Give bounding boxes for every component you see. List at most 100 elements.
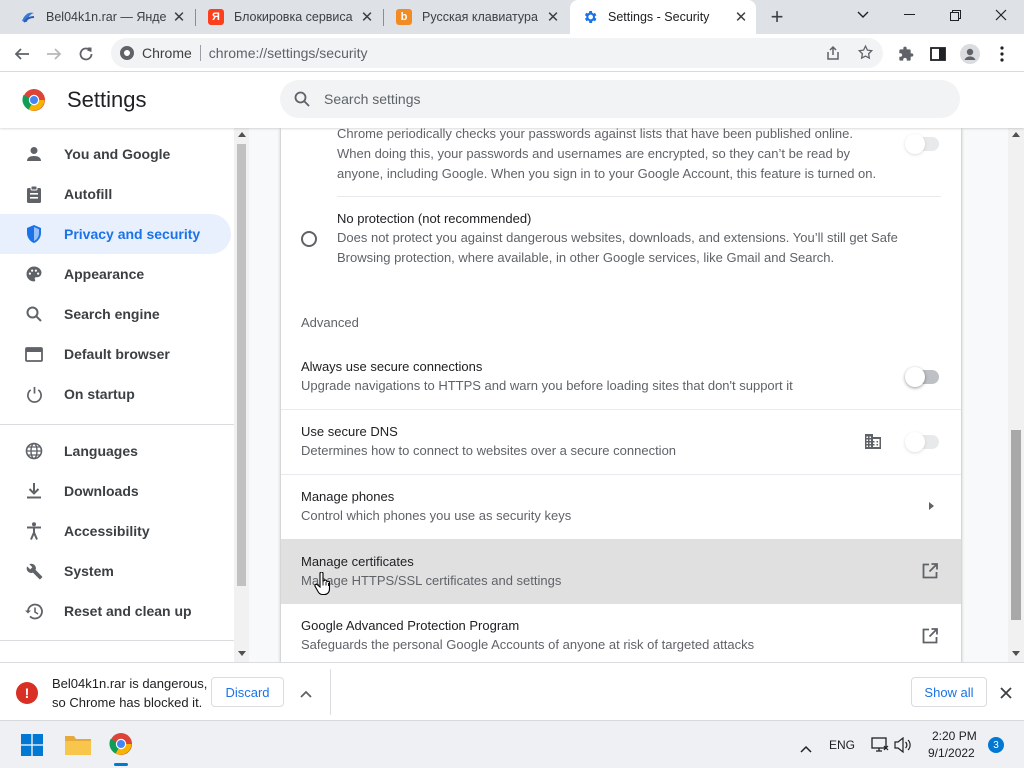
bookmark-star-icon[interactable] [857, 44, 874, 64]
radio-button-unchecked[interactable] [301, 231, 317, 247]
toggle-knob [905, 432, 925, 452]
share-icon[interactable] [825, 45, 841, 64]
sidebar-item-autofill[interactable]: Autofill [0, 174, 231, 214]
sidebar-item-system[interactable]: System [0, 551, 231, 591]
password-check-toggle[interactable] [905, 134, 939, 154]
manage-certificates-row[interactable]: Manage certificates Manage HTTPS/SSL cer… [281, 539, 961, 604]
advanced-heading: Advanced [301, 315, 359, 330]
close-tab-icon[interactable]: ✕ [544, 8, 562, 26]
arrow-right-icon[interactable] [929, 502, 934, 510]
palette-icon [24, 264, 44, 284]
sidebar-item-search-engine[interactable]: Search engine [0, 294, 231, 334]
row-title: Manage phones [301, 489, 395, 504]
chrome-taskbar-icon[interactable] [109, 732, 133, 761]
scroll-down-arrow-icon[interactable] [238, 651, 246, 656]
settings-header: Settings Search settings [0, 72, 1024, 128]
sidebar-item-languages[interactable]: Languages [0, 431, 231, 471]
row-title: Always use secure connections [301, 359, 483, 374]
clock-date[interactable]: 9/1/2022 [928, 746, 975, 760]
security-settings-card: Chrome periodically checks your password… [281, 128, 961, 662]
external-link-icon[interactable] [922, 563, 938, 584]
sidebar-item-accessibility[interactable]: Accessibility [0, 511, 231, 551]
tab-yandex-download[interactable]: Bel04k1n.rar — Яндекс ✕ [8, 0, 194, 34]
search-placeholder: Search settings [324, 91, 421, 107]
extensions-puzzle-icon[interactable] [892, 40, 920, 68]
active-app-indicator [114, 763, 128, 766]
no-protection-option[interactable]: No protection (not recommended) Does not… [281, 198, 961, 278]
tab-russian-keyboard[interactable]: b Русская клавиатура ✕ [384, 0, 568, 34]
minimize-button[interactable] [886, 0, 932, 30]
tab-settings-security[interactable]: Settings - Security ✕ [570, 0, 756, 34]
show-all-button[interactable]: Show all [911, 677, 987, 707]
reload-icon[interactable] [72, 40, 100, 68]
settings-search-field[interactable]: Search settings [280, 80, 960, 118]
menu-kebab-icon[interactable] [988, 40, 1016, 68]
sidebar-item-appearance[interactable]: Appearance [0, 254, 231, 294]
sidebar-item-default-browser[interactable]: Default browser [0, 334, 231, 374]
scrollbar-thumb[interactable] [237, 144, 246, 586]
file-explorer-icon[interactable] [65, 733, 91, 760]
chevron-up-tray-icon[interactable] [800, 740, 812, 758]
scroll-down-arrow-icon[interactable] [1012, 651, 1020, 656]
back-arrow-icon[interactable] [8, 40, 36, 68]
close-shelf-icon[interactable] [1000, 686, 1012, 704]
windows-taskbar: ENG 2:20 PM 9/1/2022 3 [0, 720, 1024, 768]
close-tab-icon[interactable]: ✕ [170, 8, 188, 26]
scroll-up-arrow-icon[interactable] [238, 132, 246, 137]
sidebar-item-label: Default browser [64, 346, 170, 362]
notification-count-badge[interactable]: 3 [988, 737, 1004, 753]
secure-connections-toggle[interactable] [905, 367, 939, 387]
close-tab-icon[interactable]: ✕ [358, 8, 376, 26]
row-title: Use secure DNS [301, 424, 398, 439]
network-monitor-icon[interactable] [871, 737, 889, 758]
clock-time[interactable]: 2:20 PM [932, 729, 977, 743]
sidebar-item-on-startup[interactable]: On startup [0, 374, 231, 414]
windows-start-icon[interactable] [21, 734, 43, 761]
secure-dns-toggle-disabled[interactable] [905, 432, 939, 452]
sidebar-item-privacy-and-security[interactable]: Privacy and security [0, 214, 231, 254]
main-scrollbar[interactable] [1008, 128, 1024, 662]
tab-search-chevron-icon[interactable] [840, 0, 886, 30]
restore-button[interactable] [932, 0, 978, 30]
close-tab-icon[interactable]: ✕ [732, 8, 750, 26]
secure-dns-row[interactable]: Use secure DNS Determines how to connect… [281, 410, 961, 474]
forward-arrow-icon[interactable] [40, 40, 68, 68]
sidebar-item-label: System [64, 563, 114, 579]
manage-phones-row[interactable]: Manage phones Control which phones you u… [281, 475, 961, 539]
tab-block-service[interactable]: Я Блокировка сервиса ✕ [196, 0, 382, 34]
scroll-up-arrow-icon[interactable] [1012, 132, 1020, 137]
side-panel-icon[interactable] [924, 40, 952, 68]
volume-speaker-icon[interactable] [894, 736, 912, 758]
sidebar-scrollbar[interactable] [234, 128, 249, 662]
sidebar-item-label: Reset and clean up [64, 603, 192, 619]
globe-icon [24, 441, 44, 461]
accessibility-icon [24, 521, 44, 541]
sidebar-item-label: Downloads [64, 483, 139, 499]
discard-button[interactable]: Discard [211, 677, 284, 707]
wrench-icon [24, 561, 44, 581]
tab-strip: Bel04k1n.rar — Яндекс ✕ Я Блокировка сер… [0, 0, 1024, 34]
clipboard-icon [24, 184, 44, 204]
search-icon [24, 304, 44, 324]
sidebar-item-label: Search engine [64, 306, 160, 322]
search-icon [294, 91, 310, 107]
close-window-button[interactable] [978, 0, 1024, 30]
sidebar-item-reset-and-clean-up[interactable]: Reset and clean up [0, 591, 231, 631]
shelf-divider [330, 669, 331, 715]
new-tab-button[interactable]: + [764, 4, 790, 29]
browser-toolbar: Chrome chrome://settings/security [0, 34, 1024, 72]
page-title: Settings [67, 87, 147, 112]
scrollbar-thumb[interactable] [1011, 430, 1021, 620]
row-description: Safeguards the personal Google Accounts … [301, 637, 755, 652]
sidebar-item-downloads[interactable]: Downloads [0, 471, 231, 511]
row-description: Upgrade navigations to HTTPS and warn yo… [301, 378, 793, 393]
sidebar-item-you-and-google[interactable]: You and Google [0, 134, 231, 174]
address-bar[interactable]: Chrome chrome://settings/security [111, 38, 883, 68]
always-secure-connections-row[interactable]: Always use secure connections Upgrade na… [281, 344, 961, 408]
advanced-protection-program-row[interactable]: Google Advanced Protection Program Safeg… [281, 604, 961, 662]
profile-avatar-icon[interactable] [956, 40, 984, 68]
chevron-up-icon[interactable] [300, 685, 312, 703]
power-icon [24, 384, 44, 404]
external-link-icon[interactable] [922, 628, 938, 649]
language-indicator[interactable]: ENG [829, 738, 855, 752]
